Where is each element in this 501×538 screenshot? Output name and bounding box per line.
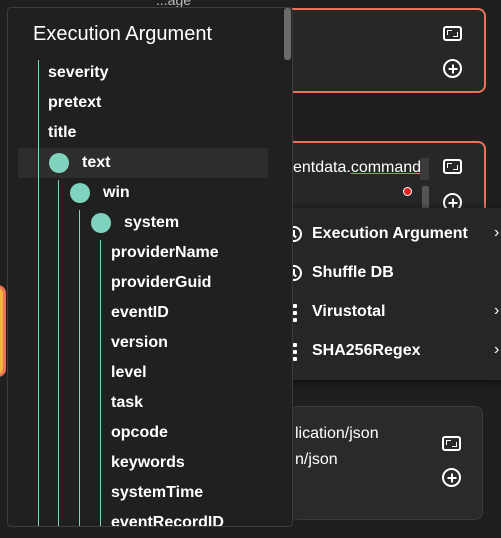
command-field-value[interactable]: entdata.command bbox=[293, 159, 421, 177]
menu-item-shuffle-db[interactable]: Shuffle DB bbox=[276, 255, 501, 293]
menu-item-virustotal[interactable]: Virustotal › bbox=[276, 294, 501, 332]
body-line-2: n/json bbox=[295, 451, 338, 468]
menu-item-label: Virustotal bbox=[312, 303, 386, 320]
tree-item-label: task bbox=[111, 394, 144, 411]
text-cursor bbox=[420, 158, 429, 180]
chevron-right-icon: › bbox=[494, 341, 500, 358]
tree-item-label: keywords bbox=[111, 454, 185, 471]
vertical-dots-icon bbox=[293, 343, 297, 361]
tree-guide-line bbox=[79, 210, 80, 526]
tree-item-label: pretext bbox=[48, 94, 102, 111]
tree-item-label: text bbox=[82, 154, 111, 171]
param-card-top[interactable] bbox=[276, 8, 486, 93]
vertical-dots-icon bbox=[293, 304, 297, 322]
tree-item-label: eventRecordID bbox=[111, 514, 224, 527]
tree-item-label: providerGuid bbox=[111, 274, 212, 291]
tree-item-label: win bbox=[103, 184, 130, 201]
command-prefix: entdata. bbox=[293, 159, 351, 176]
expand-dot-icon[interactable] bbox=[70, 183, 90, 203]
tree-item-label: severity bbox=[48, 64, 109, 81]
menu-item-sha256regex[interactable]: SHA256Regex › bbox=[276, 333, 501, 371]
menu-item-label: Shuffle DB bbox=[312, 264, 394, 281]
menu-item-execution-argument[interactable]: Execution Argument › bbox=[276, 216, 501, 254]
tree-guide-line bbox=[100, 240, 101, 526]
node-edge bbox=[0, 285, 6, 377]
menu-item-label: SHA256Regex bbox=[312, 342, 421, 359]
tree-guide-line bbox=[38, 60, 39, 526]
body-line-1: lication/json bbox=[295, 425, 379, 442]
tree-item-label: systemTime bbox=[111, 484, 204, 501]
error-indicator bbox=[403, 187, 412, 196]
menu-item-label: Execution Argument bbox=[312, 225, 468, 242]
expand-dot-icon[interactable] bbox=[49, 153, 69, 173]
tree-item-label: providerName bbox=[111, 244, 219, 261]
autocomplete-menu: Execution Argument › Shuffle DB Virustot… bbox=[276, 208, 501, 380]
expand-icon[interactable] bbox=[442, 436, 461, 451]
tree-item-label: system bbox=[124, 214, 180, 231]
tree-guide-line bbox=[58, 180, 59, 526]
execution-argument-panel: Execution Argument severity pretext titl… bbox=[7, 7, 293, 527]
add-circle-icon[interactable] bbox=[443, 59, 462, 78]
add-circle-icon[interactable] bbox=[442, 468, 461, 487]
tree-item-label: eventID bbox=[111, 304, 169, 321]
expand-icon[interactable] bbox=[443, 159, 462, 174]
tree-item-label: title bbox=[48, 124, 77, 141]
expand-dot-icon[interactable] bbox=[91, 213, 111, 233]
chevron-right-icon: › bbox=[494, 302, 500, 319]
tree-item-label: opcode bbox=[111, 424, 168, 441]
panel-title: Execution Argument bbox=[33, 23, 212, 45]
chevron-right-icon: › bbox=[494, 224, 500, 241]
panel-scrollbar[interactable] bbox=[284, 8, 291, 60]
expand-icon[interactable] bbox=[443, 26, 462, 41]
tree-item-label: version bbox=[111, 334, 168, 351]
tree-item-label: level bbox=[111, 364, 147, 381]
command-highlight: command bbox=[350, 159, 422, 176]
